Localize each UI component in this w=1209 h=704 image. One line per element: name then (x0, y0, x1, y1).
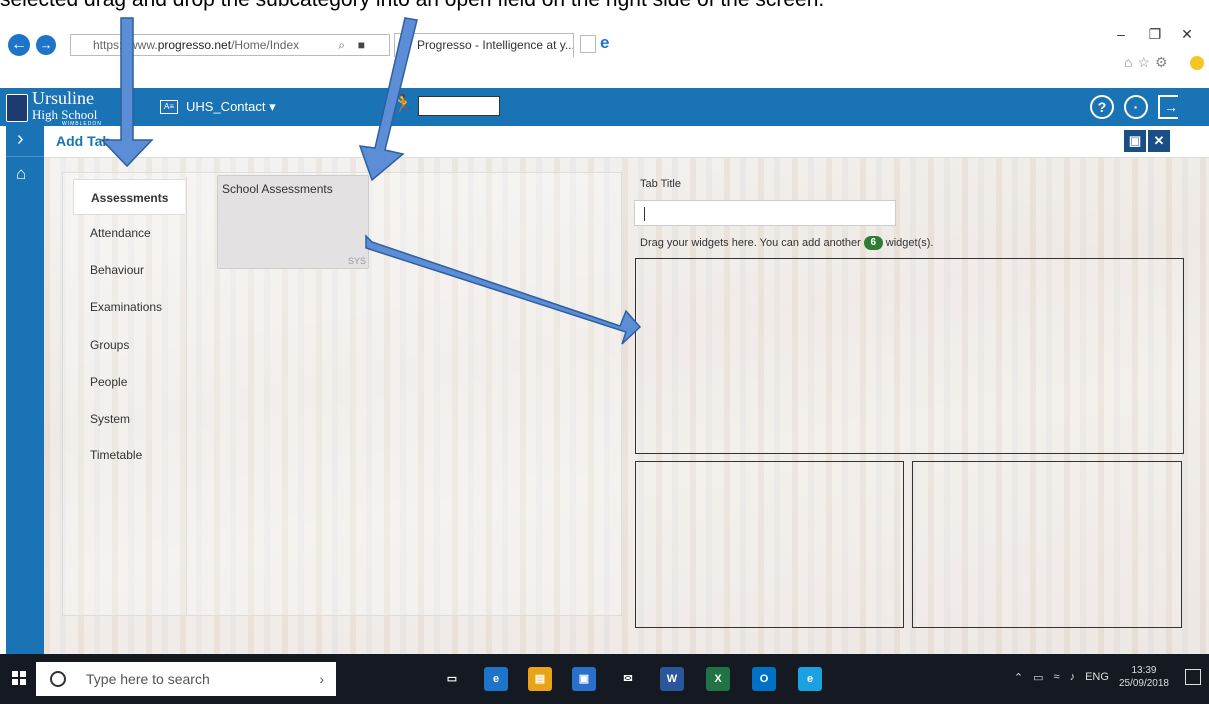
contact-card-icon: A≡ (160, 100, 178, 114)
favicon-icon: ● (400, 38, 408, 52)
tab-title-input[interactable] (634, 200, 896, 226)
contact-menu[interactable]: A≡ UHS_Contact ▾ (160, 94, 276, 120)
battery-icon[interactable]: ▭ (1033, 671, 1043, 684)
address-prefix: https://www. (93, 38, 158, 52)
save-icon[interactable]: ▣ (1124, 130, 1146, 152)
logo-line-1: Ursuline (32, 88, 94, 108)
text-caret (644, 207, 645, 221)
address-path: /Home/Index (231, 38, 300, 52)
drag-hint: Drag your widgets here. You can add anot… (640, 236, 933, 250)
minimize-button[interactable]: – (1106, 26, 1136, 42)
help-icon[interactable]: ? (1090, 95, 1114, 119)
new-tab-button[interactable] (580, 35, 596, 53)
widget-picker-panel: Assessments Attendance Behaviour Examina… (62, 172, 622, 616)
home-icon[interactable]: ⌂ (16, 164, 26, 184)
drop-zone-large[interactable] (635, 258, 1184, 454)
category-list: Assessments Attendance Behaviour Examina… (73, 177, 187, 615)
page-title: Add Tab (56, 133, 111, 149)
expand-chevron-icon[interactable]: › (17, 128, 24, 151)
logout-icon[interactable]: → (1158, 95, 1178, 119)
main-content: Assessments Attendance Behaviour Examina… (44, 158, 1209, 654)
excel-icon[interactable]: X (706, 667, 730, 691)
app-header: Ursuline High School WIMBLEDON A≡ UHS_Co… (0, 88, 1209, 127)
taskbar-clock[interactable]: 13:39 25/09/2018 (1119, 664, 1169, 690)
lock-icon: ■ (357, 38, 365, 52)
widget-title: School Assessments (222, 182, 333, 196)
browser-toolbar-icons[interactable]: ⌂☆⚙ (1124, 54, 1173, 71)
taskbar-search-input[interactable]: Type here to search › (36, 662, 336, 696)
category-item-timetable[interactable]: Timetable (73, 437, 187, 473)
address-bar[interactable]: https://www.progresso.net/Home/Index ⌕ ■ (70, 34, 390, 56)
crest-icon (6, 94, 28, 122)
word-icon[interactable]: W (660, 667, 684, 691)
address-domain: progresso.net (157, 38, 232, 52)
contact-menu-label: UHS_Contact ▾ (186, 99, 276, 114)
remaining-widgets-badge: 6 (863, 236, 883, 250)
left-rail: › ⌂ (6, 126, 44, 654)
mail-icon[interactable]: ✉ (616, 667, 640, 691)
taskbar-search-placeholder: Type here to search (86, 671, 210, 687)
wifi-icon[interactable]: ≈ (1054, 671, 1060, 683)
close-window-button[interactable]: ✕ (1172, 26, 1202, 43)
category-item-behaviour[interactable]: Behaviour (73, 252, 187, 288)
category-item-examinations[interactable]: Examinations (73, 289, 187, 325)
notifications-icon[interactable] (1185, 669, 1201, 685)
store-icon[interactable]: ▣ (572, 667, 596, 691)
category-item-people[interactable]: People (73, 364, 187, 400)
volume-icon[interactable]: ♪ (1070, 671, 1076, 683)
internet-explorer-icon[interactable]: e (798, 667, 822, 691)
restore-button[interactable]: ❐ (1140, 26, 1170, 43)
cortana-icon (50, 671, 66, 687)
page-subheader: Add Tab ▣ ✕ (44, 126, 1209, 158)
forward-button[interactable]: → (36, 35, 56, 55)
category-item-attendance[interactable]: Attendance (73, 215, 187, 251)
file-explorer-icon[interactable]: ▤ (528, 667, 552, 691)
browser-chrome: ← → https://www.progresso.net/Home/Index… (0, 26, 1209, 84)
drop-zone-bottom-right[interactable] (912, 461, 1182, 628)
outlook-icon[interactable]: O (752, 667, 776, 691)
redacted-user-field (418, 96, 500, 116)
drop-zone-bottom-left[interactable] (635, 461, 904, 628)
feedback-icon[interactable] (1190, 56, 1204, 70)
close-icon[interactable]: ✕ (1148, 130, 1170, 152)
microphone-icon[interactable]: › (319, 662, 324, 696)
browser-tab[interactable]: ● Progresso - Intelligence at y... (394, 33, 574, 57)
widget-source-tag: SYS (347, 256, 366, 266)
back-button[interactable]: ← (8, 34, 30, 56)
clock-time: 13:39 (1131, 665, 1157, 676)
language-indicator[interactable]: ENG (1085, 671, 1109, 683)
widget-card-school-assessments[interactable]: School Assessments SYS (217, 175, 369, 269)
person-walking-icon: 🏃 (392, 94, 415, 114)
rail-divider (6, 156, 44, 157)
category-item-system[interactable]: System (73, 401, 187, 437)
windows-taskbar: Type here to search › ▭ e ▤ ▣ ✉ W X Oe ⌃ ▭ ≈ ♪ … (0, 654, 1209, 704)
task-view-icon[interactable]: ▭ (440, 667, 464, 691)
instruction-caption: selected drag and drop the subcategory i… (0, 0, 1209, 22)
drag-hint-after: widget(s). (885, 237, 934, 249)
windows-start-icon[interactable] (12, 671, 26, 685)
edge-icon[interactable]: e (600, 33, 609, 53)
category-item-groups[interactable]: Groups (73, 327, 187, 363)
edge-icon[interactable]: e (484, 667, 508, 691)
browser-tab-title: Progresso - Intelligence at y... (417, 38, 574, 52)
system-tray: ⌃ ▭ ≈ ♪ ENG 13:39 25/09/2018 (1014, 664, 1169, 690)
category-item-assessments[interactable]: Assessments (73, 179, 185, 215)
search-icon[interactable]: ⌕ (338, 35, 345, 55)
user-profile-icon[interactable]: · (1124, 95, 1148, 119)
tab-title-label: Tab Title (640, 178, 681, 190)
school-logo[interactable]: Ursuline High School WIMBLEDON (6, 88, 146, 127)
clock-date: 25/09/2018 (1118, 678, 1169, 689)
tray-chevron-icon[interactable]: ⌃ (1014, 671, 1023, 684)
drag-hint-before: Drag your widgets here. You can add anot… (640, 237, 861, 249)
